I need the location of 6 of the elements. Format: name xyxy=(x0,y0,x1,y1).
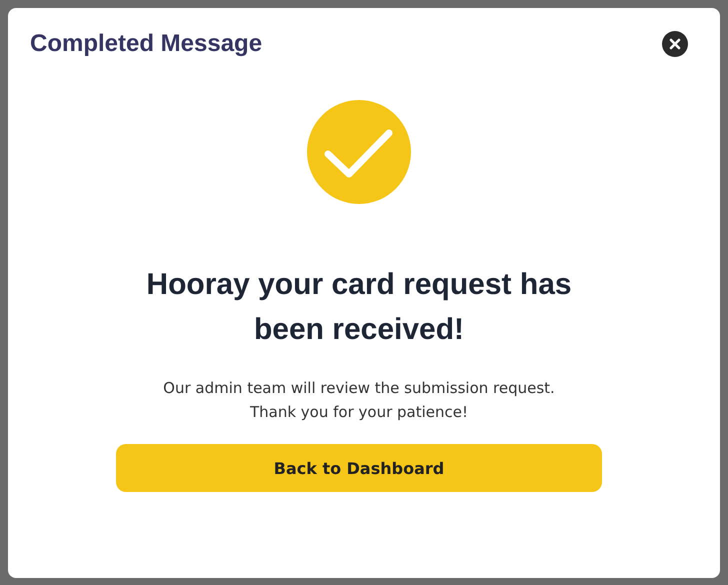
checkmark-icon xyxy=(307,100,411,204)
back-to-dashboard-button[interactable]: Back to Dashboard xyxy=(116,444,602,492)
success-message: Our admin team will review the submission request. Thank you for your patience! xyxy=(163,378,555,423)
success-heading: Hooray your card request has been received! xyxy=(145,267,573,348)
dialog-title: Completed Message xyxy=(30,30,262,58)
close-icon[interactable] xyxy=(662,31,688,57)
